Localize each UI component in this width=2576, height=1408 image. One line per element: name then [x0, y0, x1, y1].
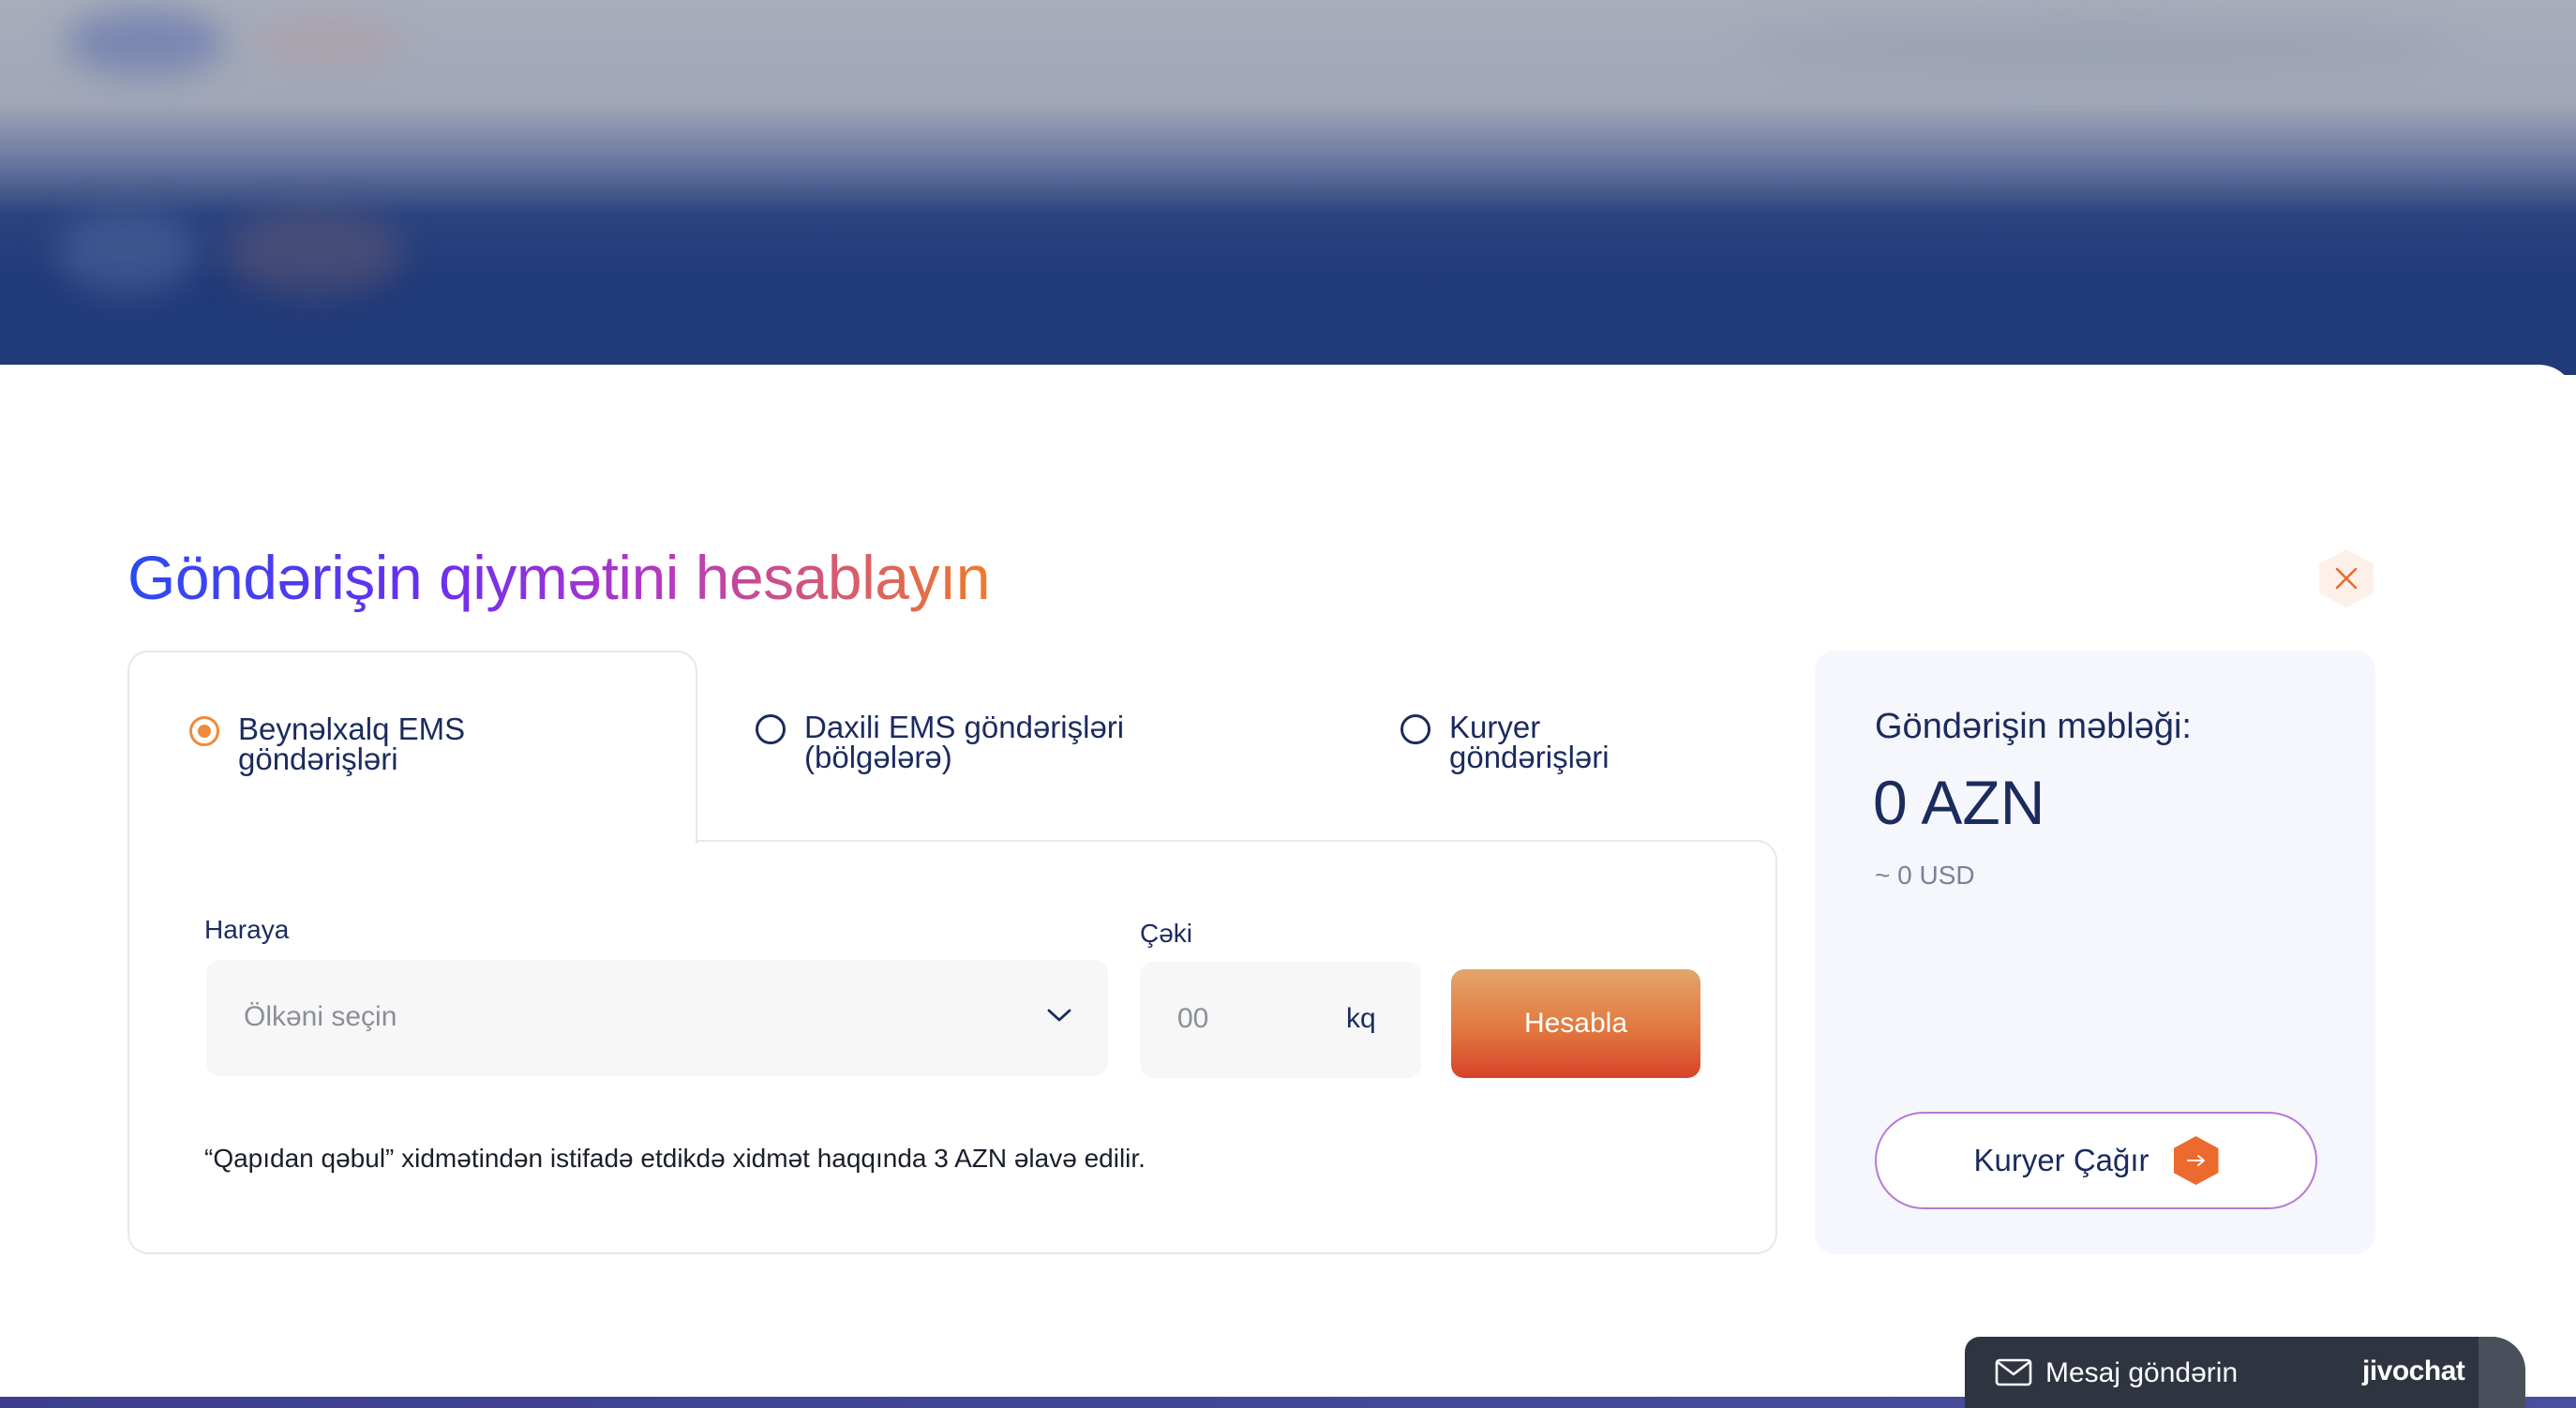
blurred-logo — [66, 9, 225, 75]
background-header — [0, 0, 2576, 375]
weight-label: Çəki — [1140, 919, 1193, 948]
radio-icon[interactable] — [756, 714, 786, 744]
blurred-element — [225, 211, 403, 295]
tab-courier[interactable]: Kuryer göndərişləri — [1400, 710, 1674, 774]
tab-label: Beynəlxalq EMS göndərişləri — [238, 711, 466, 776]
chat-widget[interactable]: Mesaj göndərin jivochat — [1965, 1337, 2525, 1408]
country-select[interactable]: Ölkəni seçin — [206, 960, 1108, 1076]
arrow-right-icon — [2173, 1136, 2219, 1185]
destination-label: Haraya — [204, 915, 290, 944]
price-summary-card: Göndərişin məbləği: 0 AZN ~ 0 USD Kuryer… — [1815, 651, 2375, 1254]
mail-icon — [1995, 1358, 2032, 1386]
jivochat-logo: jivochat — [2362, 1356, 2465, 1386]
tab-connector — [129, 838, 696, 846]
blurred-element — [56, 211, 197, 295]
blurred-nav — [1744, 19, 2456, 75]
tab-domestic-ems[interactable]: Daxili EMS göndərişləri (bölgələrə) — [756, 710, 1198, 774]
close-icon — [2335, 567, 2358, 590]
summary-amount: 0 AZN — [1873, 768, 2045, 837]
modal-title: Göndərişin qiymətini hesablayın — [127, 543, 991, 612]
summary-label: Göndərişin məbləği: — [1875, 707, 2192, 746]
calculate-button[interactable]: Hesabla — [1451, 969, 1700, 1078]
chevron-down-icon — [1047, 1009, 1071, 1022]
radio-icon[interactable] — [1400, 714, 1430, 744]
tab-label: Daxili EMS göndərişləri (bölgələrə) — [804, 710, 1125, 774]
tab-international-ems[interactable]: Beynəlxalq EMS göndərişləri — [189, 711, 594, 776]
summary-usd: ~ 0 USD — [1875, 861, 1975, 890]
pickup-fee-note: “Qapıdan qəbul” xidmətindən istifadə etd… — [204, 1144, 1146, 1173]
chat-label: Mesaj göndərin — [2045, 1357, 2239, 1388]
call-courier-button[interactable]: Kuryer Çağır — [1875, 1112, 2317, 1209]
country-select-placeholder: Ölkəni seçin — [244, 1001, 397, 1032]
radio-selected-icon[interactable] — [189, 716, 219, 746]
weight-field[interactable]: kq — [1140, 962, 1421, 1078]
weight-unit: kq — [1346, 1003, 1376, 1034]
blurred-nav — [253, 14, 403, 70]
weight-input[interactable] — [1177, 1003, 1290, 1035]
call-courier-label: Kuryer Çağır — [1973, 1143, 2149, 1177]
tab-label: Kuryer göndərişləri — [1449, 710, 1610, 774]
